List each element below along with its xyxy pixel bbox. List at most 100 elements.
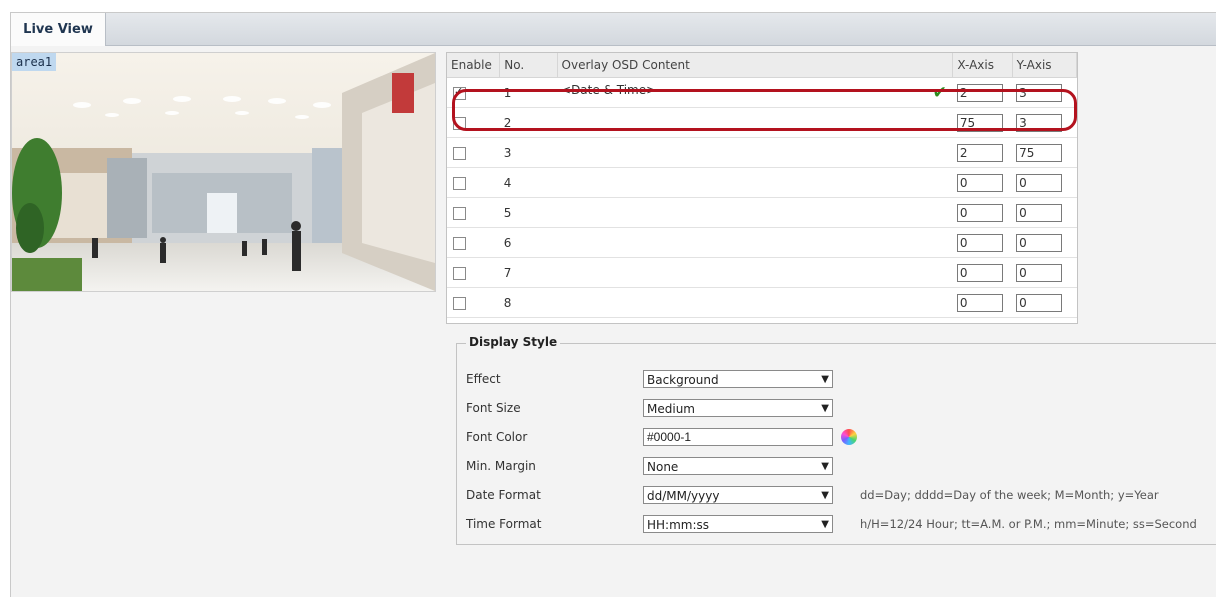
osd-content-cell[interactable] — [557, 167, 953, 198]
x-axis-cell — [952, 77, 1013, 108]
enable-checkbox[interactable] — [453, 176, 466, 190]
enable-cell — [447, 197, 500, 228]
y-axis-cell — [1012, 257, 1077, 288]
y-axis-input[interactable] — [1016, 113, 1063, 132]
x-axis-input[interactable] — [956, 263, 1003, 282]
chevron-down-icon: ▼ — [821, 461, 829, 472]
row-number: 2 — [499, 107, 558, 138]
chevron-down-icon: ▼ — [821, 374, 829, 385]
osd-row: 1<Date & Time> ✔ — [447, 77, 1077, 108]
font-size-label: Font Size — [466, 401, 521, 415]
enable-checkbox[interactable] — [453, 296, 466, 310]
x-axis-input[interactable] — [956, 173, 1003, 192]
camera-preview: area1 — [11, 52, 436, 292]
effect-select[interactable]: Background ▼ — [643, 370, 833, 388]
x-axis-cell — [952, 167, 1013, 198]
osd-content-cell[interactable] — [557, 137, 953, 168]
enable-cell — [447, 257, 500, 288]
osd-row: 7 — [447, 257, 1077, 288]
osd-row: 6 — [447, 227, 1077, 258]
mall-scene-image — [12, 53, 435, 291]
enable-cell — [447, 107, 500, 138]
color-wheel-icon[interactable] — [841, 429, 857, 445]
y-axis-input[interactable] — [1016, 233, 1063, 252]
x-axis-cell — [952, 107, 1013, 138]
date-format-label: Date Format — [466, 488, 541, 502]
osd-table-panel: Enable No. Overlay OSD Content X-Axis Y-… — [446, 52, 1078, 324]
osd-content-text: <Date & Time> — [561, 82, 657, 97]
x-axis-input[interactable] — [956, 113, 1003, 132]
x-axis-input[interactable] — [956, 293, 1003, 312]
enable-checkbox[interactable] — [453, 266, 466, 280]
display-style-group: Display Style Effect Background ▼ Font S… — [456, 335, 1216, 545]
y-axis-input[interactable] — [1016, 293, 1063, 312]
osd-content-cell[interactable] — [557, 257, 953, 288]
y-axis-input[interactable] — [1016, 173, 1063, 192]
time-format-label: Time Format — [466, 517, 542, 531]
row-number: 4 — [499, 167, 558, 198]
osd-content-cell[interactable] — [557, 197, 953, 228]
osd-row: 8 — [447, 287, 1077, 318]
osd-row: 3 — [447, 137, 1077, 168]
row-number: 3 — [499, 137, 558, 168]
y-axis-cell — [1012, 197, 1077, 228]
osd-content-cell[interactable] — [557, 107, 953, 138]
enable-cell — [447, 167, 500, 198]
x-axis-cell — [952, 227, 1013, 258]
enable-checkbox[interactable] — [453, 116, 466, 130]
y-axis-input[interactable] — [1016, 83, 1063, 102]
x-axis-input[interactable] — [956, 143, 1003, 162]
x-axis-cell — [952, 287, 1013, 318]
enable-cell — [447, 287, 500, 318]
row-number: 6 — [499, 227, 558, 258]
font-color-input[interactable] — [643, 428, 833, 446]
y-axis-cell — [1012, 77, 1077, 108]
date-format-select[interactable]: dd/MM/yyyy ▼ — [643, 486, 833, 504]
x-axis-input[interactable] — [956, 203, 1003, 222]
y-axis-cell — [1012, 137, 1077, 168]
osd-content-cell[interactable] — [557, 287, 953, 318]
row-number: 7 — [499, 257, 558, 288]
display-style-title: Display Style — [466, 335, 561, 349]
date-format-hint: dd=Day; dddd=Day of the week; M=Month; y… — [860, 488, 1159, 502]
enable-checkbox[interactable] — [453, 206, 466, 220]
header-content: Overlay OSD Content — [557, 53, 954, 78]
tab-bar: Live View — [11, 13, 1216, 46]
tab-live-view[interactable]: Live View — [11, 13, 106, 46]
enable-checkbox[interactable] — [453, 85, 466, 100]
effect-label: Effect — [466, 372, 501, 386]
enable-checkbox[interactable] — [453, 146, 466, 160]
osd-content-cell[interactable] — [557, 227, 953, 258]
y-axis-input[interactable] — [1016, 263, 1063, 282]
font-size-select[interactable]: Medium ▼ — [643, 399, 833, 417]
chevron-down-icon: ▼ — [821, 519, 829, 530]
header-y-axis: Y-Axis — [1012, 53, 1078, 78]
date-format-value: dd/MM/yyyy — [647, 489, 720, 503]
osd-row: 4 — [447, 167, 1077, 198]
x-axis-input[interactable] — [956, 83, 1003, 102]
y-axis-cell — [1012, 287, 1077, 318]
font-size-value: Medium — [647, 402, 695, 416]
chevron-down-icon: ▼ — [821, 490, 829, 501]
header-enable: Enable — [447, 53, 501, 78]
y-axis-cell — [1012, 107, 1077, 138]
min-margin-select[interactable]: None ▼ — [643, 457, 833, 475]
row-number: 5 — [499, 197, 558, 228]
osd-row: 2 — [447, 107, 1077, 138]
time-format-select[interactable]: HH:mm:ss ▼ — [643, 515, 833, 533]
row-number: 8 — [499, 287, 558, 318]
min-margin-value: None — [647, 460, 679, 474]
x-axis-cell — [952, 137, 1013, 168]
x-axis-input[interactable] — [956, 233, 1003, 252]
osd-content-cell[interactable]: <Date & Time> ✔ — [557, 77, 953, 108]
y-axis-input[interactable] — [1016, 143, 1063, 162]
x-axis-cell — [952, 197, 1013, 228]
x-axis-cell — [952, 257, 1013, 288]
y-axis-cell — [1012, 167, 1077, 198]
row-number: 1 — [499, 77, 558, 108]
osd-table: Enable No. Overlay OSD Content X-Axis Y-… — [447, 53, 1078, 318]
checkmark-icon: ✔ — [932, 82, 947, 103]
area-label: area1 — [12, 53, 57, 71]
enable-checkbox[interactable] — [453, 236, 466, 250]
y-axis-input[interactable] — [1016, 203, 1063, 222]
